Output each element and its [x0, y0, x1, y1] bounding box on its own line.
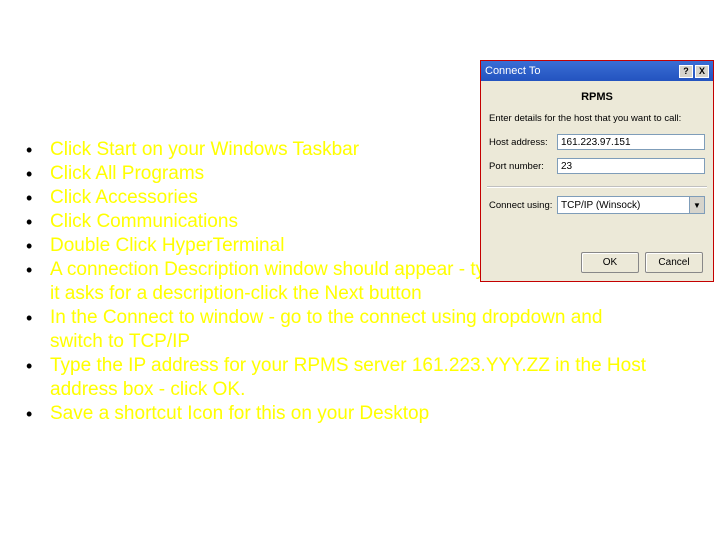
ok-button[interactable]: OK	[581, 252, 639, 273]
question-icon: ?	[683, 67, 689, 76]
list-item: In the Connect to window - go to the con…	[46, 306, 658, 354]
list-item: Save a shortcut Icon for this on your De…	[46, 402, 658, 426]
connect-using-label: Connect using:	[489, 200, 557, 211]
host-address-input[interactable]	[557, 134, 705, 150]
connection-name: RPMS	[489, 91, 705, 103]
list-item-text: Click Accessories	[50, 187, 198, 208]
button-label: OK	[603, 257, 617, 268]
port-number-label: Port number:	[489, 161, 557, 172]
dialog-title: Connect To	[485, 65, 540, 77]
cancel-button[interactable]: Cancel	[645, 252, 703, 273]
dialog-body: RPMS Enter details for the host that you…	[481, 81, 713, 281]
list-item-text: Double Click HyperTerminal	[50, 235, 284, 256]
list-item-text: Save a shortcut Icon for this on your De…	[50, 403, 429, 424]
port-number-input[interactable]	[557, 158, 705, 174]
host-address-label: Host address:	[489, 137, 557, 148]
help-button[interactable]: ?	[679, 65, 693, 78]
list-item-text: Click All Programs	[50, 163, 204, 184]
list-item: Type the IP address for your RPMS server…	[46, 354, 658, 402]
close-icon: X	[699, 67, 705, 76]
connect-using-dropdown[interactable]: TCP/IP (Winsock) ▼	[557, 196, 705, 214]
chevron-down-icon: ▼	[689, 197, 704, 213]
list-item-text: In the Connect to window - go to the con…	[50, 307, 602, 352]
separator	[487, 186, 707, 188]
dropdown-selected: TCP/IP (Winsock)	[561, 200, 640, 211]
dialog-prompt: Enter details for the host that you want…	[489, 113, 705, 124]
list-item-text: Type the IP address for your RPMS server…	[50, 355, 646, 400]
connect-to-dialog: Connect To ? X RPMS Enter details for th…	[480, 60, 714, 282]
dialog-titlebar: Connect To ? X	[481, 61, 713, 81]
close-button[interactable]: X	[695, 65, 709, 78]
button-label: Cancel	[658, 257, 689, 268]
list-item-text: Click Start on your Windows Taskbar	[50, 139, 359, 160]
list-item-text: Click Communications	[50, 211, 238, 232]
